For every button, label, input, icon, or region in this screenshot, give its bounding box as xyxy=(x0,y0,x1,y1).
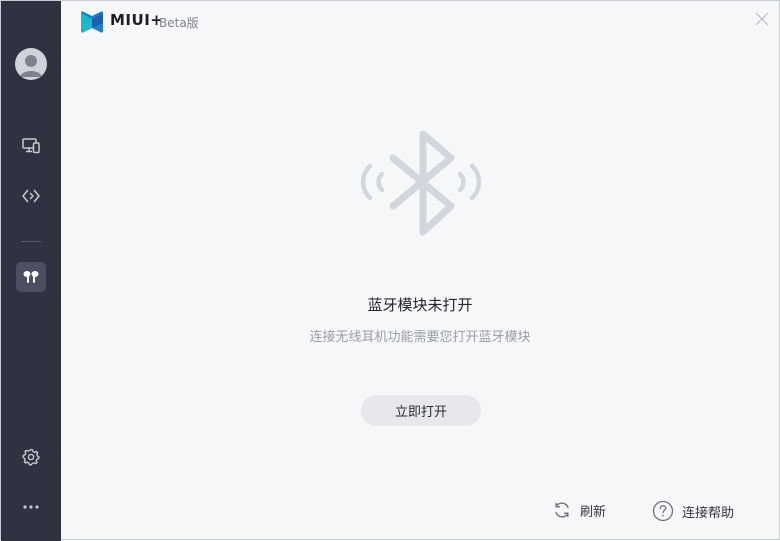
help-label: 连接帮助 xyxy=(682,505,735,521)
avatar[interactable] xyxy=(15,48,47,80)
close-icon xyxy=(755,12,769,26)
app-window: MIUI+ Beta版 蓝牙模块未打开 连接无线耳机功能需要您打开蓝牙模块 立即… xyxy=(0,0,780,541)
status-title: 蓝牙模块未打开 xyxy=(367,296,473,314)
miui-logo-icon xyxy=(81,11,103,33)
bluetooth-icon xyxy=(361,130,481,236)
earbuds-icon xyxy=(23,271,39,283)
app-edition: Beta版 xyxy=(159,16,199,30)
sidebar-item-devices[interactable] xyxy=(16,131,46,161)
sidebar-item-earbuds[interactable] xyxy=(16,262,46,292)
gear-icon xyxy=(22,448,40,466)
app-brand: MIUI+ xyxy=(110,11,164,29)
user-avatar-icon xyxy=(20,55,42,77)
help-button[interactable]: 连接帮助 xyxy=(652,500,734,522)
refresh-button[interactable]: 刷新 xyxy=(552,500,606,520)
refresh-icon xyxy=(555,502,569,518)
sidebar xyxy=(1,1,61,541)
status-subtitle: 连接无线耳机功能需要您打开蓝牙模块 xyxy=(309,330,531,345)
devices-icon xyxy=(22,138,40,154)
sidebar-item-more[interactable] xyxy=(16,492,46,522)
close-button[interactable] xyxy=(753,10,771,28)
title-bar: MIUI+ Beta版 xyxy=(61,1,779,41)
question-circle-icon xyxy=(652,500,674,522)
open-bluetooth-button[interactable]: 立即打开 xyxy=(361,395,481,426)
connect-icon xyxy=(22,189,40,203)
sidebar-divider xyxy=(21,241,41,242)
refresh-label: 刷新 xyxy=(580,504,607,520)
sidebar-item-connect[interactable] xyxy=(16,181,46,211)
sidebar-item-settings[interactable] xyxy=(16,442,46,472)
more-icon xyxy=(23,505,39,509)
